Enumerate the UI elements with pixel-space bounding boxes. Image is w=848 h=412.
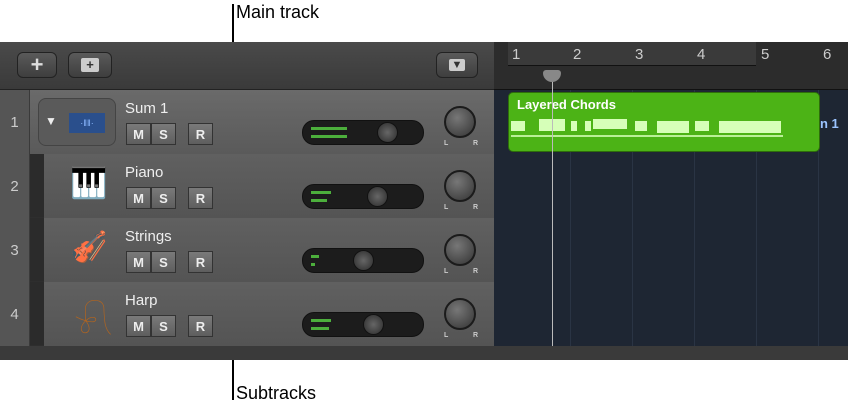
record-enable-button[interactable]: R (188, 251, 213, 273)
mute-button[interactable]: M (126, 315, 151, 337)
subtracks-callout: Subtracks (236, 383, 317, 403)
waveform-icon: ·‖‖· (69, 113, 105, 133)
track-row-sub[interactable]: 4 𓍯 Harp MS R L R (0, 282, 494, 346)
pan-right-label: R (473, 332, 479, 339)
mute-button[interactable]: M (126, 123, 151, 145)
solo-button[interactable]: S (151, 123, 176, 145)
fader-knob[interactable] (377, 122, 398, 143)
new-track-stack-button[interactable]: + (68, 52, 112, 78)
tracks-area: + + ▼ 1 ▼ ·‖‖· Sum 1 MS R LR 2 🎹 Piano M… (0, 42, 848, 360)
volume-fader[interactable] (302, 248, 424, 273)
playhead[interactable] (543, 70, 561, 360)
fader-knob[interactable] (353, 250, 374, 271)
track-row-sub[interactable]: 2 🎹 Piano MS R L R (0, 154, 494, 218)
record-enable-button[interactable]: R (188, 123, 213, 145)
pan-knob[interactable] (444, 170, 476, 202)
track-name[interactable]: Strings (125, 228, 172, 245)
options-dropdown-button[interactable]: ▼ (436, 52, 478, 78)
pan-knob[interactable] (444, 234, 476, 266)
pan-left-label: L (444, 204, 449, 211)
bar-number: 4 (697, 46, 706, 63)
pan-right-label: R (473, 140, 479, 147)
track-number: 1 (0, 90, 30, 154)
region-label-clipped: n 1 (820, 116, 839, 131)
solo-button[interactable]: S (151, 187, 176, 209)
add-track-button[interactable]: + (17, 52, 57, 78)
record-enable-button[interactable]: R (188, 315, 213, 337)
solo-button[interactable]: S (151, 315, 176, 337)
cycle-area[interactable] (508, 42, 756, 66)
record-enable-button[interactable]: R (188, 187, 213, 209)
pan-right-label: R (473, 268, 479, 275)
track-name[interactable]: Harp (125, 292, 158, 309)
bar-number: 3 (635, 46, 644, 63)
pan-left-label: L (444, 268, 449, 275)
track-number: 4 (0, 282, 30, 346)
harp-icon: 𓍯 (74, 304, 113, 342)
pan-left-label: L (444, 140, 449, 147)
track-number: 3 (0, 218, 30, 282)
bottom-bar (0, 346, 848, 360)
volume-fader[interactable] (302, 184, 424, 209)
track-header-toolbar: + + ▼ (0, 42, 494, 90)
track-stack-icon[interactable]: ▼ ·‖‖· (38, 98, 116, 146)
region-name: Layered Chords (517, 97, 616, 112)
violin-icon: 🎻 (70, 231, 108, 264)
pan-right-label: R (473, 204, 479, 211)
volume-fader[interactable] (302, 120, 424, 145)
chevron-down-icon: ▼ (448, 59, 466, 71)
piano-icon: 🎹 (70, 167, 108, 200)
bar-number: 1 (512, 46, 521, 63)
track-row-sub[interactable]: 3 🎻 Strings MS R L R (0, 218, 494, 282)
pan-knob[interactable] (444, 298, 476, 330)
mute-button[interactable]: M (126, 251, 151, 273)
bar-ruler[interactable]: 1 2 3 4 5 6 (494, 42, 848, 90)
midi-region[interactable]: Layered Chords (508, 92, 820, 152)
plus-icon: + (30, 52, 44, 77)
solo-button[interactable]: S (151, 251, 176, 273)
fader-knob[interactable] (363, 314, 384, 335)
bar-number: 2 (573, 46, 582, 63)
stack-plus-icon: + (81, 58, 99, 72)
pan-knob[interactable] (444, 106, 476, 138)
track-name[interactable]: Piano (125, 164, 163, 181)
fader-knob[interactable] (367, 186, 388, 207)
disclosure-triangle-icon[interactable]: ▼ (45, 114, 57, 128)
bar-number: 6 (823, 46, 832, 63)
timeline[interactable]: 1 2 3 4 5 6 Layered Chords n 1 (494, 42, 848, 360)
pan-left-label: L (444, 332, 449, 339)
track-number: 2 (0, 154, 30, 218)
track-row-main[interactable]: 1 ▼ ·‖‖· Sum 1 MS R L R (0, 90, 494, 154)
main-track-callout: Main track (236, 2, 320, 22)
mute-button[interactable]: M (126, 187, 151, 209)
volume-fader[interactable] (302, 312, 424, 337)
track-name[interactable]: Sum 1 (125, 100, 168, 117)
bar-number: 5 (761, 46, 770, 63)
